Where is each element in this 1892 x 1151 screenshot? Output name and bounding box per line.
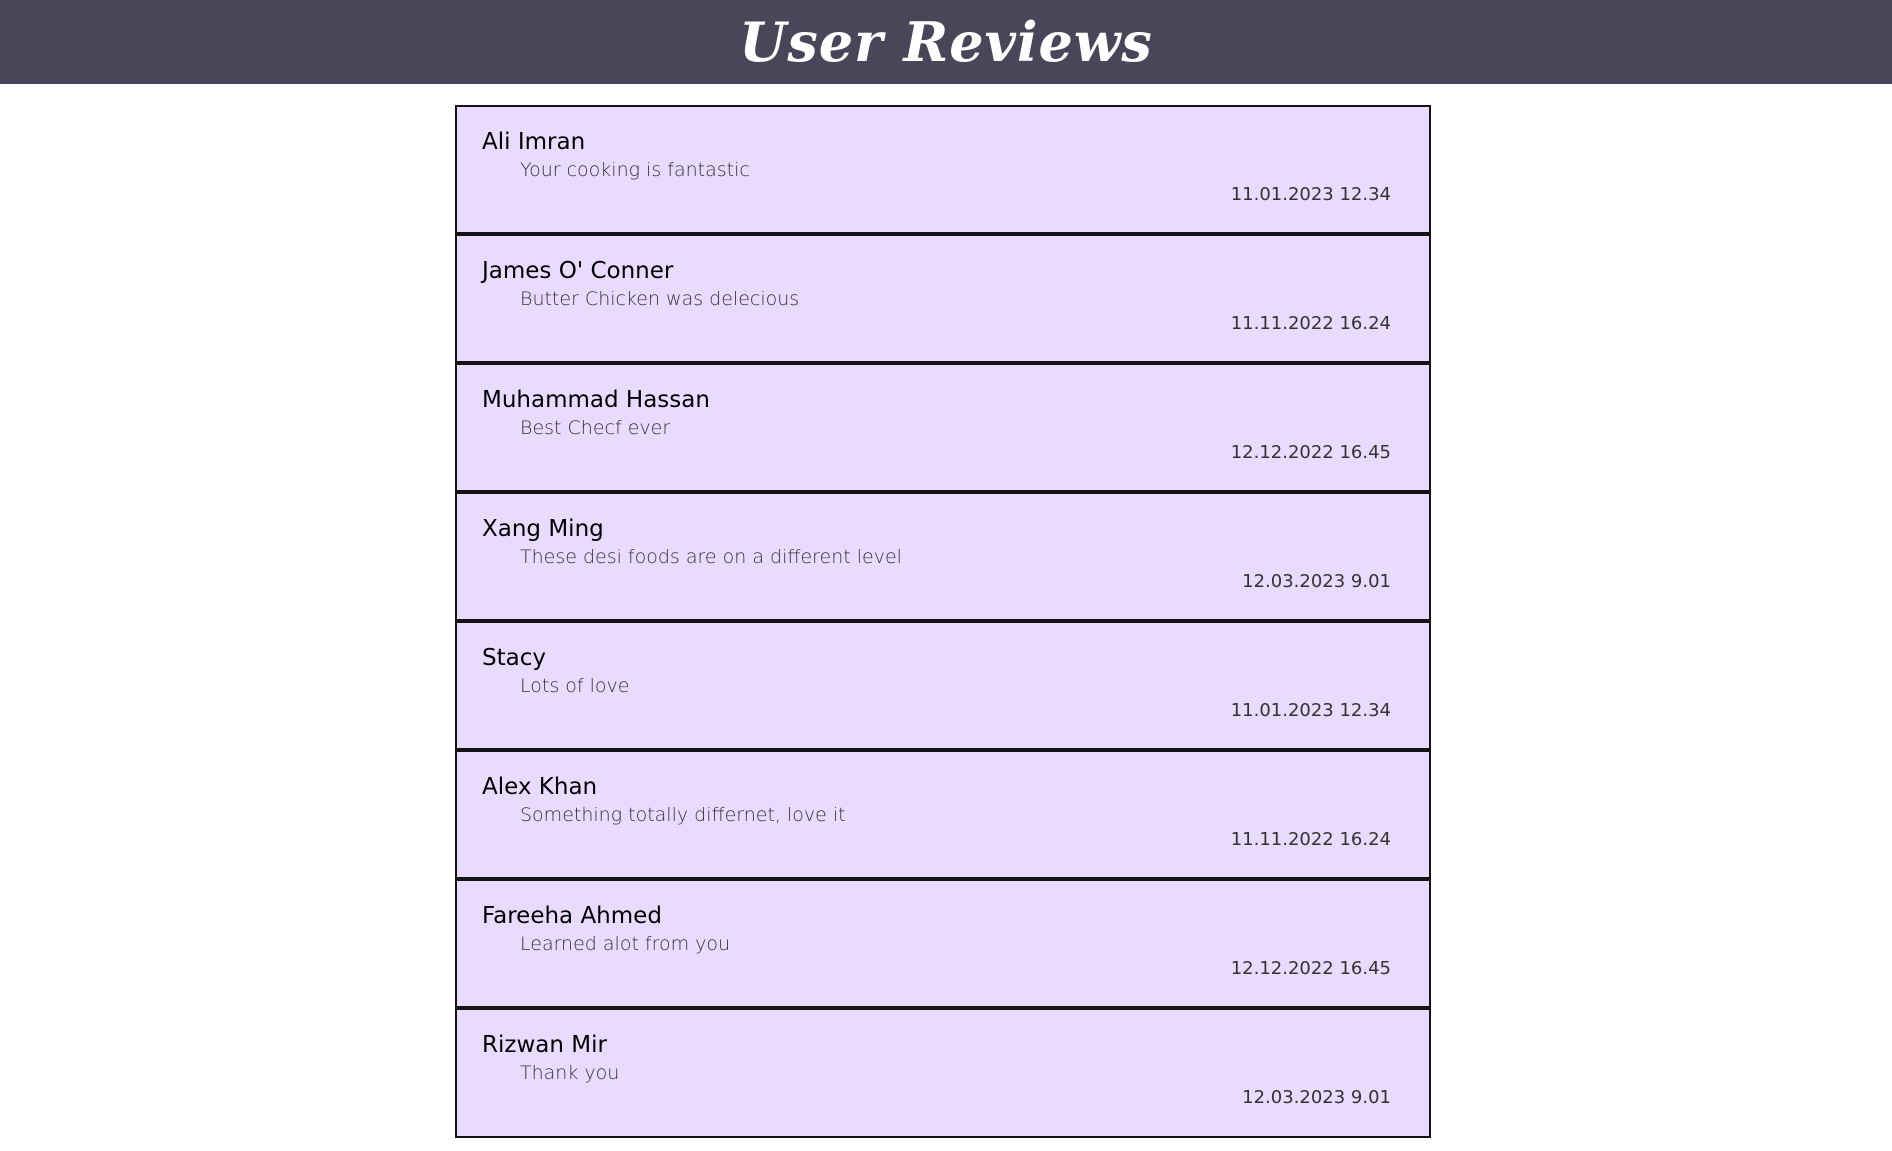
review-author: Alex Khan xyxy=(482,774,598,800)
review-author: Rizwan Mir xyxy=(482,1032,607,1058)
review-card: James O' Conner Butter Chicken was delec… xyxy=(457,236,1429,365)
review-card: Ali Imran Your cooking is fantastic 11.0… xyxy=(457,107,1429,236)
review-date: 11.11.2022 16.24 xyxy=(1230,829,1391,850)
review-text: Your cooking is fantastic xyxy=(520,159,750,181)
review-text: Butter Chicken was delecious xyxy=(520,288,800,310)
review-text: Learned alot from you xyxy=(520,933,731,955)
review-card: Stacy Lots of love 11.01.2023 12.34 xyxy=(457,623,1429,752)
reviews-list: Ali Imran Your cooking is fantastic 11.0… xyxy=(455,105,1431,1138)
review-date: 11.11.2022 16.24 xyxy=(1230,313,1391,334)
page-header: User Reviews xyxy=(0,0,1892,84)
review-author: Muhammad Hassan xyxy=(482,387,710,413)
review-card: Muhammad Hassan Best Checf ever 12.12.20… xyxy=(457,365,1429,494)
review-card: Fareeha Ahmed Learned alot from you 12.1… xyxy=(457,881,1429,1010)
review-author: Ali Imran xyxy=(482,129,586,155)
review-date: 12.03.2023 9.01 xyxy=(1242,1087,1391,1108)
review-text: These desi foods are on a different leve… xyxy=(520,546,902,568)
review-date: 11.01.2023 12.34 xyxy=(1230,700,1391,721)
review-author: Fareeha Ahmed xyxy=(482,903,662,929)
review-date: 12.12.2022 16.45 xyxy=(1230,442,1391,463)
review-text: Thank you xyxy=(520,1062,620,1084)
review-date: 12.12.2022 16.45 xyxy=(1230,958,1391,979)
review-card: Xang Ming These desi foods are on a diff… xyxy=(457,494,1429,623)
review-date: 12.03.2023 9.01 xyxy=(1242,571,1391,592)
review-date: 11.01.2023 12.34 xyxy=(1230,184,1391,205)
review-author: Xang Ming xyxy=(482,516,604,542)
review-text: Something totally differnet, love it xyxy=(520,804,846,826)
review-author: James O' Conner xyxy=(482,258,674,284)
review-card: Rizwan Mir Thank you 12.03.2023 9.01 xyxy=(457,1010,1429,1136)
review-text: Best Checf ever xyxy=(520,417,671,439)
review-author: Stacy xyxy=(482,645,546,671)
review-card: Alex Khan Something totally differnet, l… xyxy=(457,752,1429,881)
page-title: User Reviews xyxy=(739,10,1153,74)
review-text: Lots of love xyxy=(520,675,630,697)
